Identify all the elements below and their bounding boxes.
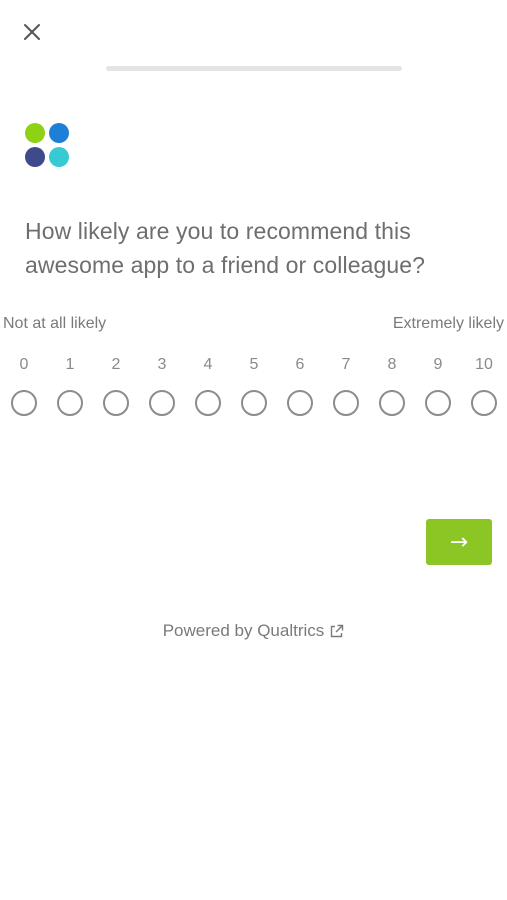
- scale-number-4: 4: [203, 356, 213, 373]
- scale-radio-4[interactable]: [195, 390, 221, 416]
- progress-bar: [106, 66, 402, 71]
- scale-radio-6[interactable]: [287, 390, 313, 416]
- close-button[interactable]: [18, 18, 46, 46]
- next-button[interactable]: →: [426, 519, 492, 565]
- scale-radio-2[interactable]: [103, 390, 129, 416]
- scale-number-0: 0: [19, 356, 29, 373]
- arrow-right-icon: →: [449, 529, 469, 555]
- close-icon: [24, 24, 40, 40]
- scale-radio-10[interactable]: [471, 390, 497, 416]
- scale-number-10: 10: [475, 356, 493, 373]
- scale-radio-5[interactable]: [241, 390, 267, 416]
- question-text: How likely are you to recommend this awe…: [25, 218, 426, 278]
- scale-number-9: 9: [433, 356, 443, 373]
- powered-by-text: Powered by Qualtrics: [162, 621, 325, 640]
- four-dot-logo-icon: [25, 123, 69, 167]
- scale-radio-3[interactable]: [149, 390, 175, 416]
- scale-radio-9[interactable]: [425, 390, 451, 416]
- scale-number-2: 2: [111, 356, 121, 373]
- scale-anchor-high: Extremely likely: [392, 315, 504, 332]
- footer: Powered by Qualtrics: [0, 621, 507, 641]
- scale-radio-8[interactable]: [379, 390, 405, 416]
- logo: [24, 122, 72, 170]
- scale-number-6: 6: [295, 356, 305, 373]
- powered-by-link[interactable]: Powered by Qualtrics: [163, 621, 345, 641]
- scale-number-7: 7: [341, 356, 351, 373]
- scale-radio-7[interactable]: [333, 390, 359, 416]
- scale-number-1: 1: [65, 356, 75, 373]
- scale-number-8: 8: [387, 356, 397, 373]
- scale-number-3: 3: [157, 356, 167, 373]
- scale-number-5: 5: [249, 356, 259, 373]
- scale-radio-0[interactable]: [11, 390, 37, 416]
- scale-number-row: 0 1 2 3 4 5 6 7 8 9 10: [0, 356, 507, 378]
- scale-radio-1[interactable]: [57, 390, 83, 416]
- scale-radio-row: [0, 390, 507, 420]
- external-link-icon: [331, 624, 344, 637]
- scale-anchor-low: Not at all likely: [3, 315, 107, 332]
